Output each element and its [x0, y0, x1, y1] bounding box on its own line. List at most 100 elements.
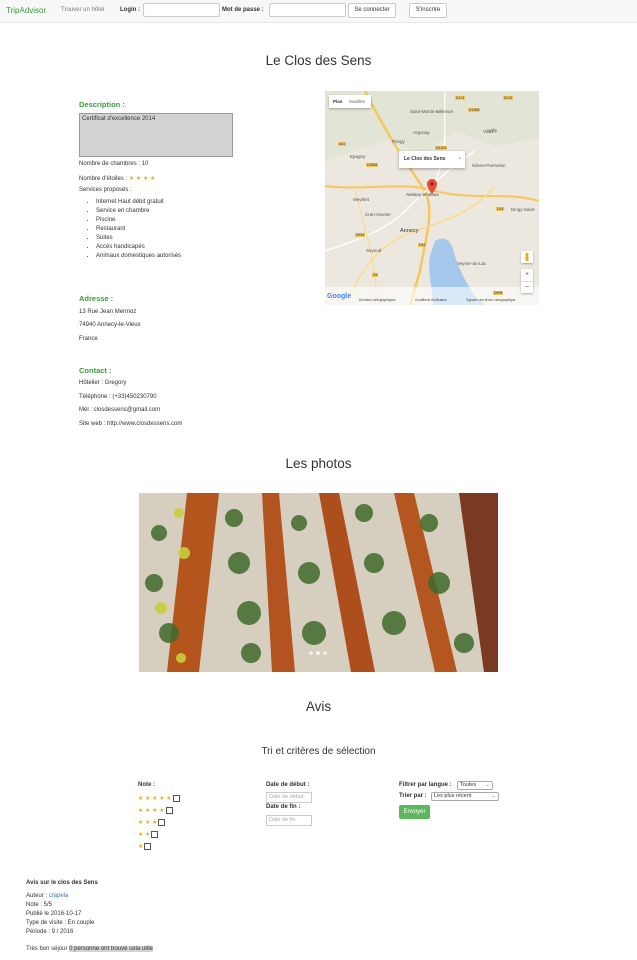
top-navbar: TripAdvisor Trouver un hôtel Login : Mot… — [0, 0, 637, 23]
star-1-checkbox[interactable] — [144, 842, 152, 850]
description-heading: Description : — [79, 100, 125, 109]
service-item: Restaurant — [96, 225, 181, 234]
review-author: Auteur : crapela — [26, 893, 68, 899]
password-input[interactable] — [269, 3, 346, 17]
map-road-badge: A41 — [338, 142, 347, 146]
filter-heading: Tri et critères de sélection — [261, 746, 376, 757]
star-icons: ★ ★ — [138, 832, 151, 838]
star-filter-4: ★ ★ ★ ★ — [138, 805, 180, 817]
review-note: Note : 5/5 — [26, 902, 53, 908]
address-street: 13 Rue Jean Mermoz — [79, 309, 137, 315]
service-item: Suites — [96, 234, 181, 243]
map-road-badge: D174 — [455, 96, 466, 100]
review-body: Très bon séjour 0 personne ont trouvé ce… — [26, 946, 153, 952]
star-4-checkbox[interactable] — [165, 806, 173, 814]
services-list: Internet Haut débit gratuit Service en c… — [79, 198, 181, 261]
password-label: Mot de passe : — [222, 7, 264, 13]
photo-carousel[interactable] — [139, 493, 498, 672]
address-heading: Adresse : — [79, 294, 114, 303]
contact-heading: Contact : — [79, 366, 112, 375]
map-place-label: Epagny — [350, 154, 366, 159]
sort-select[interactable]: Les plus récent ⌄ — [431, 792, 499, 801]
map-road-badge: D5 — [372, 273, 379, 277]
address-city: 74940 Annecy-le-Vieux — [79, 322, 141, 328]
star-5-checkbox[interactable] — [172, 794, 180, 802]
login-input[interactable] — [143, 3, 220, 17]
service-item: Piscine — [96, 216, 181, 225]
garden-photo — [139, 493, 498, 672]
map-place-label: Meythet — [353, 197, 370, 202]
lang-select[interactable]: Toutes ⌄ — [457, 781, 493, 790]
star-icons: ★ ★ ★ — [138, 820, 158, 826]
map-place-label: Seynod — [366, 248, 382, 253]
service-item: Service en chambre — [96, 207, 181, 216]
contact-phone: Téléphone : (+33)450230790 — [79, 394, 157, 400]
star-icons: ★ — [138, 844, 144, 850]
map-marker-icon[interactable] — [427, 179, 437, 194]
send-filter-button[interactable]: Envoyer — [399, 805, 430, 819]
brand-link[interactable]: TripAdvisor — [6, 6, 46, 15]
map-type-plan[interactable]: Plan — [333, 95, 343, 108]
signup-button[interactable]: S'inscrire — [409, 3, 447, 18]
star-icons: ★ ★ ★ ★ — [138, 808, 165, 814]
rooms-count: Nombre de chambres : 10 — [79, 161, 149, 167]
map-report-link[interactable]: Signaler une erreur cartographique — [466, 298, 515, 302]
review-text: Très bon séjour — [26, 946, 68, 952]
map-place-label: Nâves-Parmelan — [472, 163, 506, 168]
service-item: Internet Haut débit gratuit — [96, 198, 181, 207]
star-filter-1: ★ — [138, 841, 180, 853]
star-filter-2: ★ ★ — [138, 829, 180, 841]
map-road-badge: D1203 — [435, 146, 448, 150]
contact-website[interactable]: Site web : http://www.closdessens.com — [79, 421, 182, 427]
star-2-checkbox[interactable] — [151, 830, 159, 838]
map-place-label: Argonay — [413, 130, 430, 135]
street-view-pegman-icon[interactable] — [521, 251, 533, 263]
map-place-label: Pringy — [392, 139, 405, 144]
contact-host: Hôtelier : Gregory — [79, 380, 127, 386]
map-road-badge: D909 — [493, 291, 504, 295]
note-label: Note : — [138, 782, 155, 788]
zoom-out-button[interactable]: − — [521, 281, 533, 294]
hotel-name: Le Clos des Sens — [265, 53, 372, 68]
lang-select-value: Toutes — [460, 782, 477, 788]
map-data-credit: Données cartographiques — [359, 298, 396, 302]
address-country: France — [79, 336, 98, 342]
service-item: Accès handicapés — [96, 243, 181, 252]
map-place-label: Cran-Gevrier — [365, 212, 392, 217]
star-3-checkbox[interactable] — [158, 818, 166, 826]
map-road-badge: D175 — [503, 96, 514, 100]
login-button[interactable]: Se connecter — [348, 3, 396, 18]
map-place-label: Saint-Martin-Bellevue — [410, 109, 454, 114]
map-road-badge: D1508 — [468, 108, 481, 112]
google-logo: Google — [327, 293, 352, 300]
map-type-control: Plan Satellite — [329, 95, 371, 108]
map-type-satellite[interactable]: Satellite — [349, 95, 365, 108]
map-place-label: Dingy-Saint- — [511, 207, 536, 212]
lang-filter-label: Filtrer par langue : — [399, 782, 452, 788]
sort-label: Trier par : — [399, 793, 427, 799]
services-label: Services proposés : — [79, 187, 132, 193]
reviews-heading: Avis — [305, 699, 332, 714]
review-title: Avis sur le clos des Sens — [26, 880, 98, 886]
map-road-badge: D14 — [496, 207, 505, 211]
date-start-input[interactable]: Date de début — [266, 792, 312, 803]
star-filter-3: ★ ★ ★ — [138, 817, 180, 829]
author-link[interactable]: crapela — [49, 893, 69, 899]
stars-line: Nombre d'étoiles : ★ ★ ★ ★ — [79, 175, 155, 182]
service-item: Animaux domestiques autorisés — [96, 252, 181, 261]
map-terms-link[interactable]: Conditions d'utilisation — [415, 298, 447, 302]
contact-email: Mél : closdessens@gmail.com — [79, 407, 161, 413]
find-hotel-link[interactable]: Trouver un hôtel — [61, 7, 104, 13]
popup-title: Le Clos des Sens — [404, 156, 446, 162]
popup-close-icon[interactable]: × — [458, 151, 461, 168]
google-map[interactable]: Saint-Martin-Bellevue Argonay Epagny Pri… — [325, 91, 539, 305]
zoom-in-button[interactable]: + — [521, 269, 533, 281]
date-end-input[interactable]: Date de fin — [266, 815, 312, 826]
map-road-badge: D16 — [418, 243, 427, 247]
map-road-badge: D916 — [355, 233, 366, 237]
map-place-label: Villy — [489, 128, 498, 133]
description-box: Certificat d'excellence 2014 — [79, 113, 233, 157]
star-icons: ★ ★ ★ ★ ★ — [138, 796, 172, 802]
map-info-popup: Le Clos des Sens × — [399, 151, 465, 168]
date-start-label: Date de début : — [266, 782, 310, 788]
